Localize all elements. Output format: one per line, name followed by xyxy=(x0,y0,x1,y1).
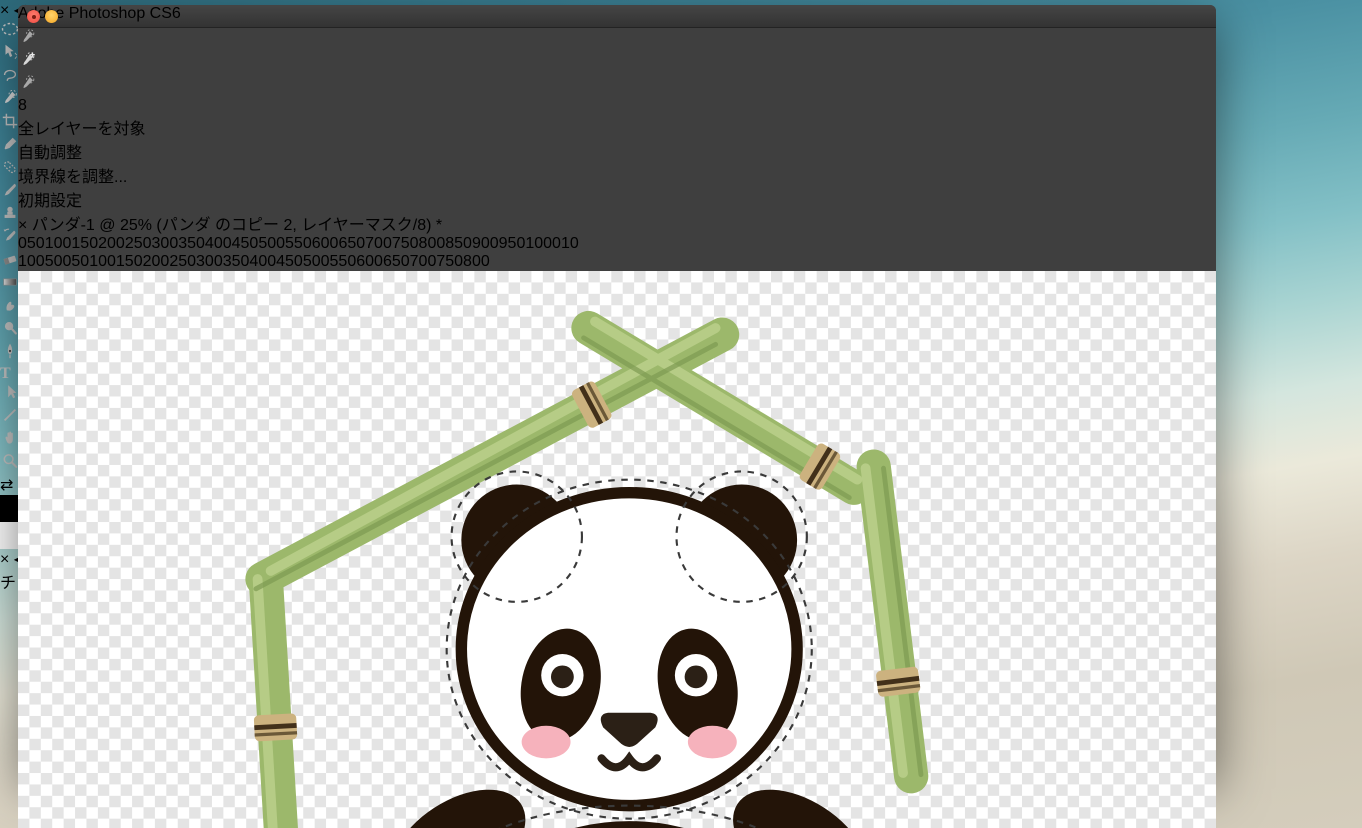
ruler-label: 500 xyxy=(303,253,330,270)
sample-all-layers-checkbox[interactable]: 全レイヤーを対象 xyxy=(18,115,1216,139)
ruler-label: 800 xyxy=(419,235,446,252)
document-tab[interactable]: × パンダ-1 @ 25% (パンダ のコピー 2, レイヤーマスク/8) * xyxy=(18,211,1216,235)
ruler-label: 150 xyxy=(116,253,143,270)
document-tab-bar: × パンダ-1 @ 25% (パンダ のコピー 2, レイヤーマスク/8) * xyxy=(18,211,1216,235)
canvas[interactable] xyxy=(18,271,1216,828)
brush-selection-icon xyxy=(18,28,38,46)
sample-all-layers-label: 全レイヤーを対象 xyxy=(18,121,146,138)
swap-colors-icon[interactable]: ⇄ xyxy=(0,477,13,494)
pasteboard[interactable] xyxy=(18,271,1216,828)
auto-enhance-checkbox[interactable]: 自動調整 xyxy=(18,139,1216,163)
ruler-label: 100 xyxy=(45,235,72,252)
ruler-label: 350 xyxy=(178,235,205,252)
ruler-label: 650 xyxy=(338,235,365,252)
close-icon[interactable]: × xyxy=(0,551,9,568)
subtract-from-selection-button[interactable] xyxy=(18,74,1216,97)
close-icon[interactable]: × xyxy=(0,2,9,19)
ruler-label: 650 xyxy=(383,253,410,270)
ruler-label: 250 xyxy=(125,235,152,252)
ruler-label: 950 xyxy=(499,235,526,252)
ruler-label: 500 xyxy=(258,235,285,252)
title-bar[interactable]: Adobe Photoshop CS6 xyxy=(18,5,1216,28)
ruler-label: 250 xyxy=(169,253,196,270)
ruler-label: 0 xyxy=(18,235,27,252)
tool-options-bar: 8 全レイヤーを対象 自動調整 境界線を調整... 初期設定 xyxy=(18,5,1216,211)
canvas-artwork xyxy=(18,271,1216,828)
ruler-label: 700 xyxy=(410,253,437,270)
brush-add-icon xyxy=(18,51,38,69)
new-selection-button[interactable] xyxy=(18,28,1216,51)
ruler-label: 50 xyxy=(27,235,45,252)
ruler-label: 550 xyxy=(330,253,357,270)
ruler-label: 450 xyxy=(232,235,259,252)
ruler-label: 400 xyxy=(249,253,276,270)
document-tab-title: パンダ-1 @ 25% (パンダ のコピー 2, レイヤーマスク/8) * xyxy=(32,217,442,234)
ruler-label: 200 xyxy=(143,253,170,270)
vertical-ruler[interactable]: 1005005010015020025030035040045050055060… xyxy=(18,253,1216,271)
ruler-label: 750 xyxy=(436,253,463,270)
ruler-label: 900 xyxy=(472,235,499,252)
horizontal-ruler[interactable]: 0501001502002503003504004505005506006507… xyxy=(18,235,1216,253)
ruler-label: 300 xyxy=(152,235,179,252)
minimize-window-button[interactable] xyxy=(45,10,58,23)
ruler-label: 600 xyxy=(312,235,339,252)
close-tab-icon[interactable]: × xyxy=(18,217,27,234)
ruler-label: 150 xyxy=(71,235,98,252)
desktop: Adobe Photoshop CS6 xyxy=(0,0,1362,828)
workspace-preset-value: 初期設定 xyxy=(18,193,82,210)
ruler-label: 50 xyxy=(71,253,89,270)
photoshop-window: Adobe Photoshop CS6 xyxy=(18,5,1216,771)
ruler-label: 10 xyxy=(561,235,579,252)
ruler-label: 400 xyxy=(205,235,232,252)
ruler-label: 750 xyxy=(392,235,419,252)
ruler-label: 100 xyxy=(89,253,116,270)
ruler-label: 100 xyxy=(18,253,45,270)
ruler-label: 300 xyxy=(196,253,223,270)
ruler-label: 700 xyxy=(365,235,392,252)
workspace-preset-select[interactable]: 初期設定 xyxy=(18,187,1216,211)
document-area: × パンダ-1 @ 25% (パンダ のコピー 2, レイヤーマスク/8) * … xyxy=(18,211,1216,828)
ruler-label: 800 xyxy=(463,253,490,270)
refine-edge-button[interactable]: 境界線を調整... xyxy=(18,163,1216,187)
brush-subtract-icon xyxy=(18,74,38,92)
auto-enhance-label: 自動調整 xyxy=(18,145,82,162)
ruler-label: 550 xyxy=(285,235,312,252)
ruler-label: 50 xyxy=(45,253,63,270)
ruler-label: 600 xyxy=(356,253,383,270)
ruler-label: 850 xyxy=(445,235,472,252)
add-to-selection-button[interactable] xyxy=(18,51,1216,74)
ruler-label: 350 xyxy=(223,253,250,270)
brush-size-picker[interactable]: 8 xyxy=(18,97,1216,115)
ruler-label: 1000 xyxy=(525,235,561,252)
window-title: Adobe Photoshop CS6 xyxy=(18,5,1216,23)
zoom-window-button[interactable] xyxy=(63,10,76,23)
ruler-label: 450 xyxy=(276,253,303,270)
brush-size-value: 8 xyxy=(18,97,27,114)
close-window-button[interactable] xyxy=(27,10,40,23)
ruler-label: 200 xyxy=(98,235,125,252)
